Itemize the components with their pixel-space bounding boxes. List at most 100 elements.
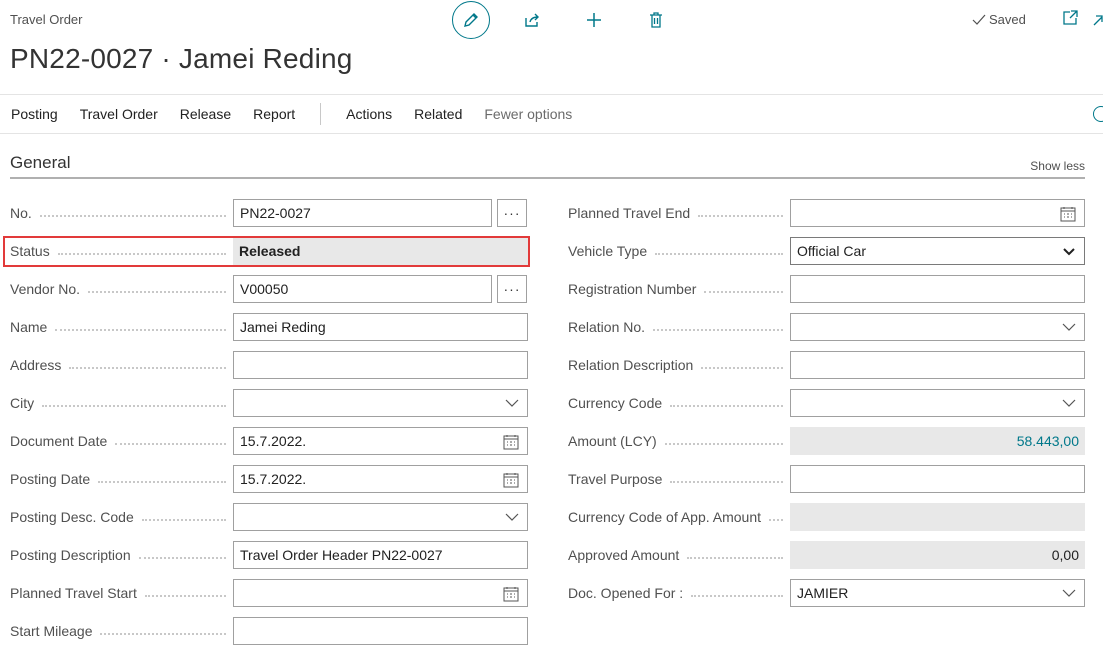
travel-purpose-field[interactable]: [790, 465, 1085, 493]
field-row-vehicle-type: Vehicle Type: [568, 237, 789, 265]
check-icon: [972, 14, 986, 25]
field-row-address: Address: [10, 351, 232, 379]
currency-code-dropdown[interactable]: [790, 389, 1085, 417]
collapse-button[interactable]: [1093, 12, 1103, 31]
calendar-icon[interactable]: [503, 434, 519, 450]
field-row-posting-description: Posting Description: [10, 541, 232, 569]
action-release[interactable]: Release: [169, 106, 242, 122]
action-related[interactable]: Related: [403, 106, 473, 122]
field-row-registration-number: Registration Number: [568, 275, 789, 303]
relation-no-dropdown[interactable]: [790, 313, 1085, 341]
field-row-city: City: [10, 389, 232, 417]
field-row-relation-no: Relation No.: [568, 313, 789, 341]
field-label-posting-desc-code: Posting Desc. Code: [10, 509, 134, 525]
field-row-travel-purpose: Travel Purpose: [568, 465, 789, 493]
plus-icon: [587, 13, 601, 27]
field-label-travel-purpose: Travel Purpose: [568, 471, 663, 487]
field-label-approved-amount: Approved Amount: [568, 547, 680, 563]
no-field[interactable]: PN22-0027: [233, 199, 492, 227]
section-divider: [10, 177, 1085, 179]
chevron-down-icon: [1063, 248, 1075, 256]
field-row-document-date: Document Date: [10, 427, 232, 455]
fewer-options-link[interactable]: Fewer options: [473, 106, 583, 122]
address-field[interactable]: [233, 351, 528, 379]
planned-travel-end-field[interactable]: [790, 199, 1085, 227]
vendor-no-lookup-button[interactable]: ···: [497, 275, 527, 303]
posting-date-value: 15.7.2022.: [240, 471, 307, 487]
doc-opened-for-value: JAMIER: [797, 585, 849, 601]
chevron-down-icon: [505, 399, 519, 407]
field-row-no: No.: [10, 199, 232, 227]
action-divider: [320, 103, 322, 125]
section-title-general[interactable]: General: [10, 153, 70, 173]
name-field[interactable]: Jamei Reding: [233, 313, 528, 341]
field-label-no: No.: [10, 205, 32, 221]
vehicle-type-value: Official Car: [797, 243, 866, 259]
action-travel-order[interactable]: Travel Order: [69, 106, 169, 122]
field-row-currency-code: Currency Code: [568, 389, 789, 417]
city-dropdown[interactable]: [233, 389, 528, 417]
field-label-address: Address: [10, 357, 62, 373]
field-row-vendor-no: Vendor No.: [10, 275, 232, 303]
show-less-link[interactable]: Show less: [1030, 159, 1085, 173]
calendar-icon[interactable]: [503, 472, 519, 488]
field-label-relation-no: Relation No.: [568, 319, 646, 335]
field-row-posting-date: Posting Date: [10, 465, 232, 493]
vendor-no-field[interactable]: V00050: [233, 275, 492, 303]
document-date-field[interactable]: 15.7.2022.: [233, 427, 528, 455]
amount-lcy-field[interactable]: 58.443,00: [790, 427, 1085, 455]
action-posting[interactable]: Posting: [0, 106, 69, 122]
edit-button[interactable]: [452, 1, 490, 39]
field-label-vehicle-type: Vehicle Type: [568, 243, 648, 259]
action-report[interactable]: Report: [242, 106, 306, 122]
popout-icon: [1063, 10, 1078, 25]
page-kind-label: Travel Order: [10, 12, 83, 27]
field-label-vendor-no: Vendor No.: [10, 281, 81, 297]
registration-number-field[interactable]: [790, 275, 1085, 303]
field-label-amount-lcy: Amount (LCY): [568, 433, 657, 449]
field-label-start-mileage: Start Mileage: [10, 623, 93, 639]
relation-description-field[interactable]: [790, 351, 1085, 379]
saved-status: Saved: [972, 12, 1026, 27]
action-actions[interactable]: Actions: [335, 106, 403, 122]
chevron-down-icon: [1062, 323, 1076, 331]
field-row-approved-amount: Approved Amount: [568, 541, 789, 569]
document-date-value: 15.7.2022.: [240, 433, 307, 449]
start-mileage-field[interactable]: [233, 617, 528, 645]
field-label-currency-code: Currency Code: [568, 395, 663, 411]
delete-button[interactable]: [636, 0, 676, 40]
posting-description-field[interactable]: Travel Order Header PN22-0027: [233, 541, 528, 569]
chevron-down-icon: [1062, 399, 1076, 407]
share-button[interactable]: [512, 0, 552, 40]
trash-icon: [650, 12, 662, 28]
status-highlight: [3, 236, 530, 267]
field-label-city: City: [10, 395, 35, 411]
chevron-down-icon: [1062, 589, 1076, 597]
currency-code-app-amount-field: [790, 503, 1085, 531]
field-row-relation-description: Relation Description: [568, 351, 789, 379]
planned-travel-start-field[interactable]: [233, 579, 528, 607]
approved-amount-field: 0,00: [790, 541, 1085, 569]
search-icon[interactable]: [1093, 106, 1103, 122]
new-button[interactable]: [574, 0, 614, 40]
calendar-icon[interactable]: [1060, 206, 1076, 222]
no-lookup-button[interactable]: ···: [497, 199, 527, 227]
posting-date-field[interactable]: 15.7.2022.: [233, 465, 528, 493]
field-label-planned-travel-start: Planned Travel Start: [10, 585, 137, 601]
field-row-name: Name: [10, 313, 232, 341]
field-label-doc-opened-for: Doc. Opened For :: [568, 585, 684, 601]
field-row-doc-opened-for: Doc. Opened For :: [568, 579, 789, 607]
popout-button[interactable]: [1061, 9, 1079, 32]
field-label-registration-number: Registration Number: [568, 281, 697, 297]
field-label-relation-description: Relation Description: [568, 357, 694, 373]
calendar-icon[interactable]: [503, 586, 519, 602]
posting-desc-code-dropdown[interactable]: [233, 503, 528, 531]
share-icon: [525, 13, 539, 27]
page-title: PN22-0027 · Jamei Reding: [10, 43, 353, 74]
field-label-name: Name: [10, 319, 48, 335]
collapse-icon: [1093, 15, 1103, 26]
field-row-currency-code-app-amount: Currency Code of App. Amount: [568, 503, 789, 531]
vehicle-type-select[interactable]: Official Car: [790, 237, 1085, 265]
doc-opened-for-dropdown[interactable]: JAMIER: [790, 579, 1085, 607]
pencil-icon: [464, 13, 478, 27]
